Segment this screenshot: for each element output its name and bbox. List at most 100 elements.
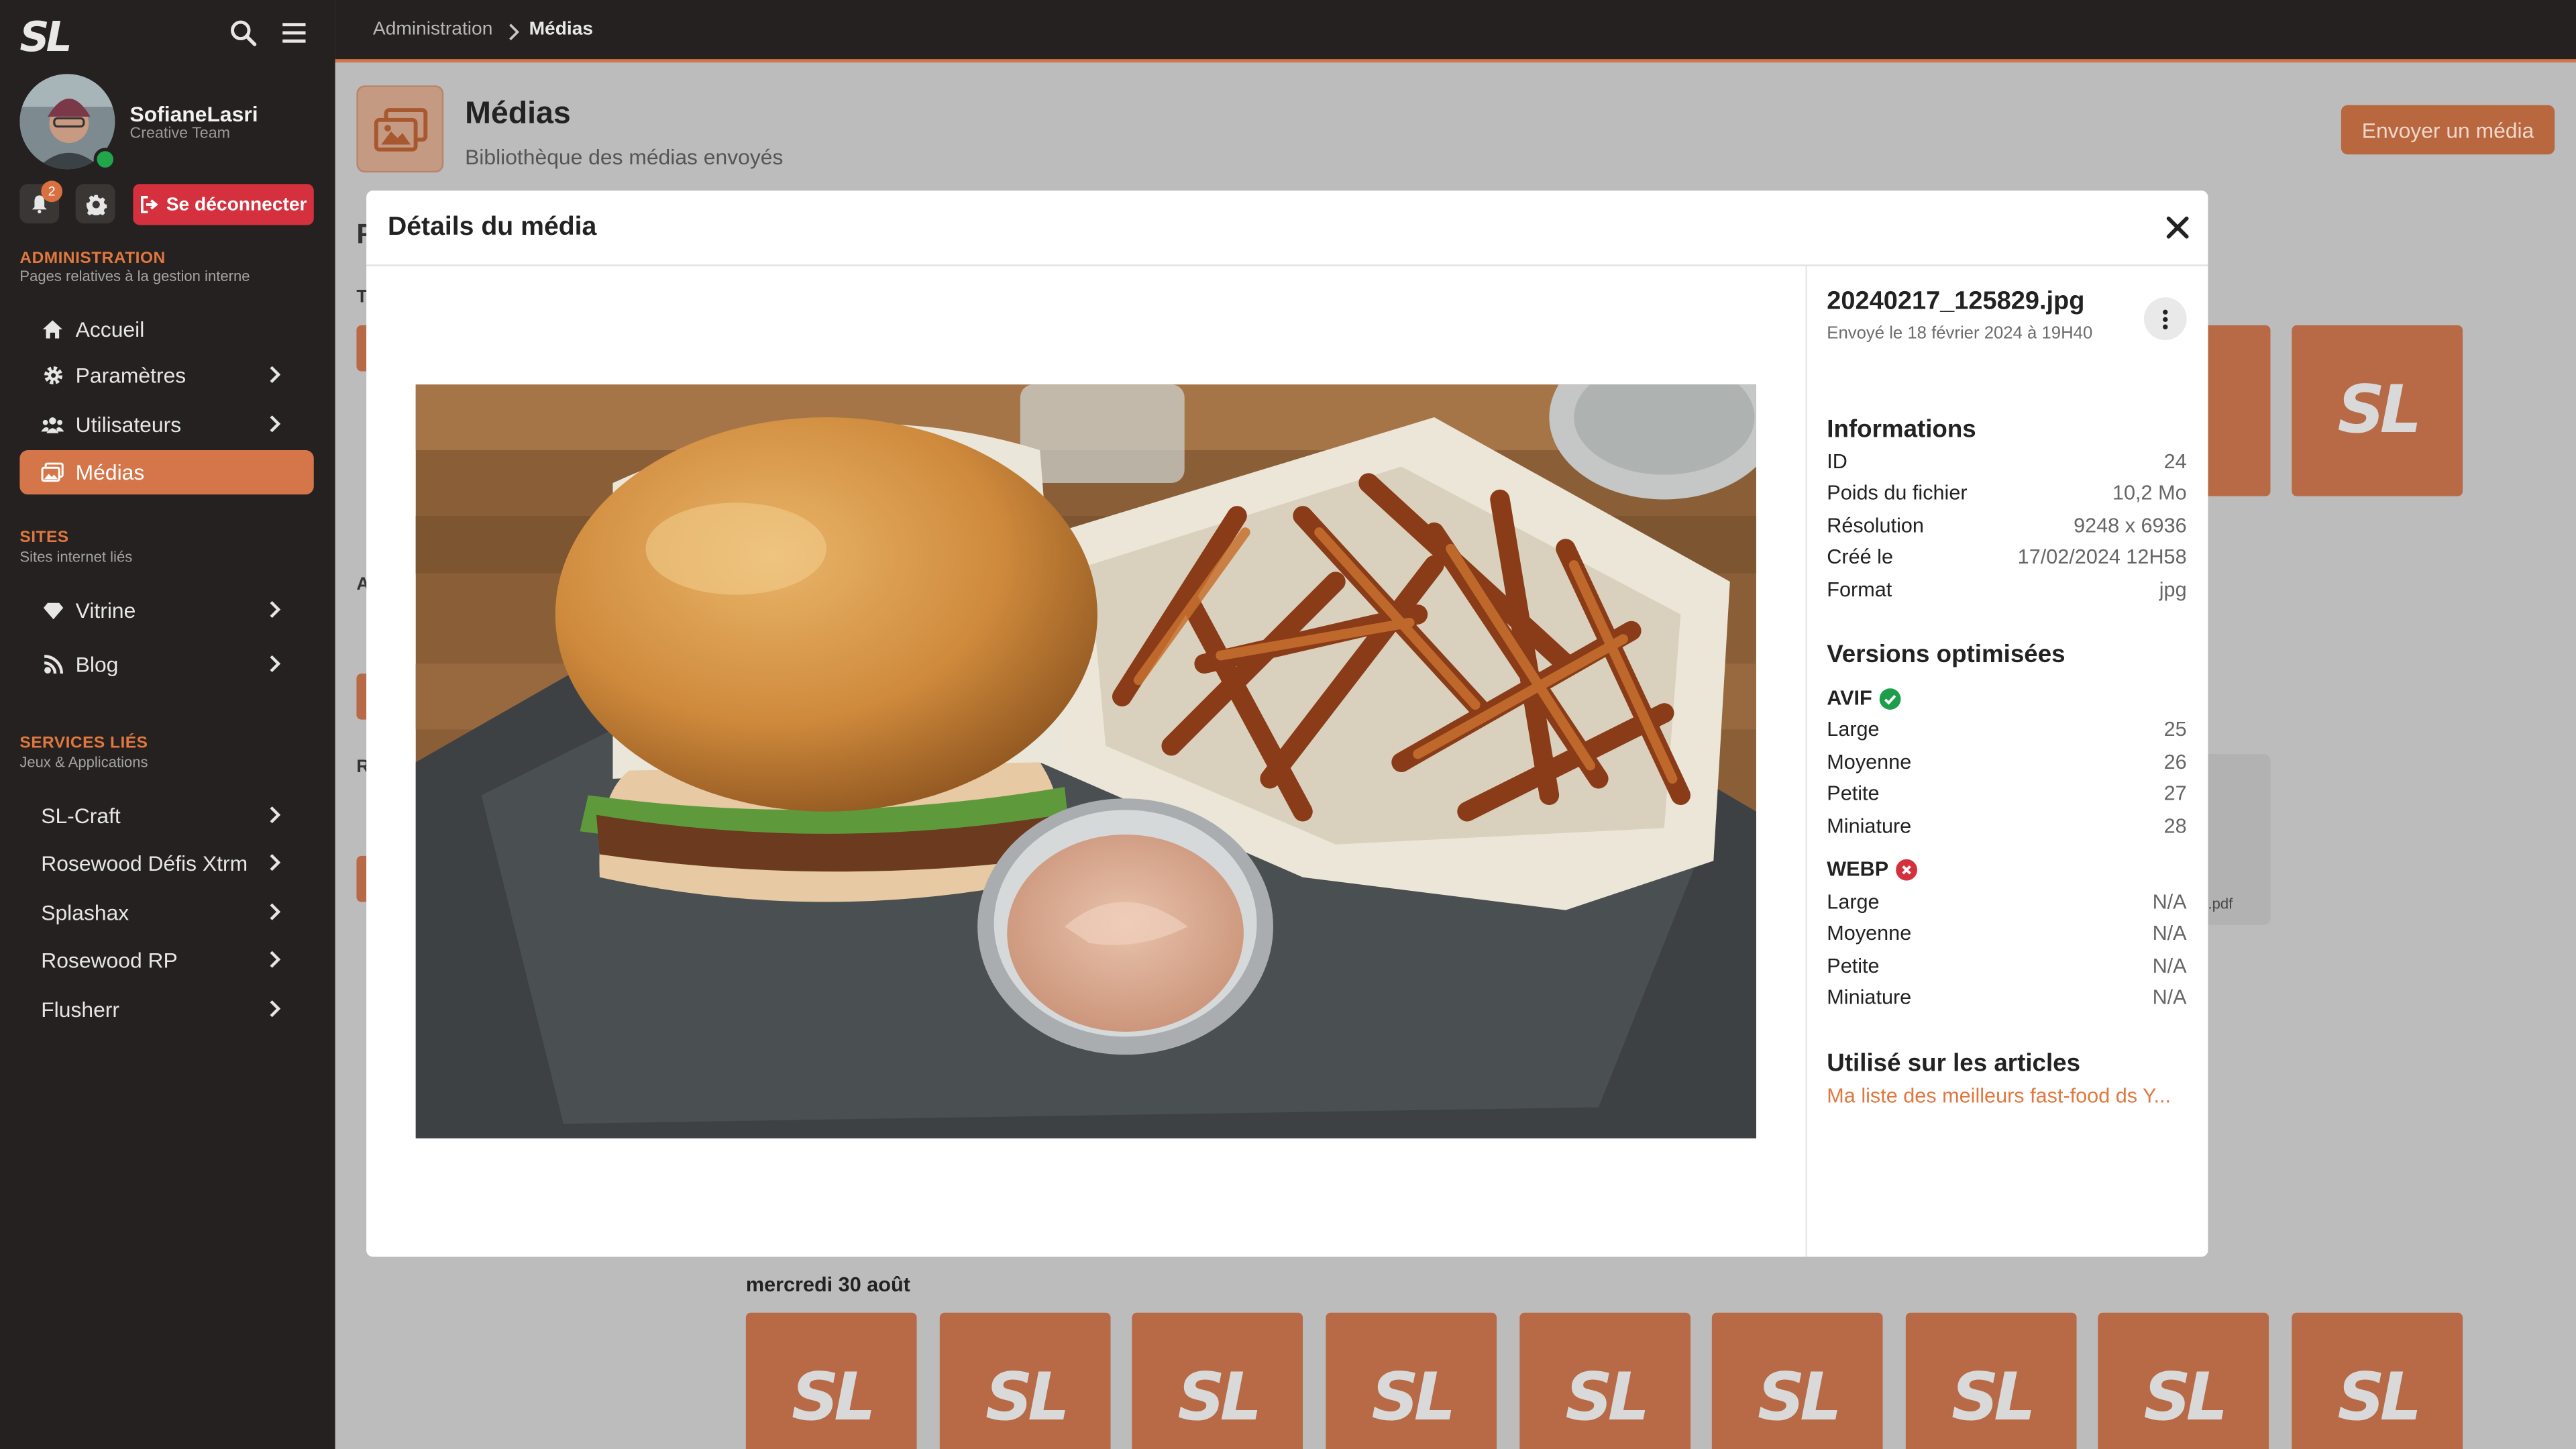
gem-icon xyxy=(41,599,64,622)
close-icon[interactable] xyxy=(2163,213,2192,241)
media-tile[interactable]: SL xyxy=(2098,1312,2269,1449)
version-label: Large xyxy=(1827,890,1880,914)
sidebar-item-rosewood-rp[interactable]: Rosewood RP xyxy=(19,938,313,982)
webp-row-small: Petite N/A xyxy=(1827,955,2186,984)
chevron-right-icon xyxy=(270,655,281,672)
version-value[interactable]: 28 xyxy=(2164,815,2187,845)
sidebar-item-parametres[interactable]: Paramètres xyxy=(19,354,313,398)
filter-button-peek[interactable] xyxy=(356,325,367,372)
version-value[interactable]: 26 xyxy=(2164,751,2187,780)
section-subtitle-administration: Pages relatives à la gestion interne xyxy=(19,268,250,284)
avif-row-medium: Moyenne 26 xyxy=(1827,751,2186,780)
section-subtitle-sites: Sites internet liés xyxy=(19,548,133,566)
format-name: AVIF xyxy=(1827,686,1872,710)
info-row-created: Créé le 17/02/2024 12H58 xyxy=(1827,545,2186,575)
chevron-right-icon xyxy=(270,415,281,433)
brand-logo[interactable]: SL xyxy=(19,13,72,61)
versions-heading: Versions optimisées xyxy=(1827,641,2065,669)
logout-button[interactable]: Se déconnecter xyxy=(133,184,314,225)
breadcrumb-item-medias: Médias xyxy=(529,19,594,40)
chevron-right-icon xyxy=(270,854,281,871)
format-webp: WEBP xyxy=(1827,857,1917,881)
media-tile[interactable]: SL xyxy=(939,1312,1111,1449)
filter-button-peek[interactable] xyxy=(356,674,367,720)
info-value: 9248 x 6936 xyxy=(2074,514,2187,537)
sidebar-item-label: Blog xyxy=(75,652,119,677)
media-preview-image xyxy=(415,384,1756,1139)
error-circle-icon xyxy=(1894,858,1917,880)
gear-icon xyxy=(41,364,64,386)
breadcrumb-item-administration[interactable]: Administration xyxy=(373,19,492,39)
media-tile[interactable]: SL xyxy=(1132,1312,1303,1449)
sidebar-item-label: Accueil xyxy=(75,317,145,342)
info-label: ID xyxy=(1827,450,1847,474)
info-row-size: Poids du fichier 10,2 Mo xyxy=(1827,482,2186,511)
more-options-button[interactable] xyxy=(2143,297,2187,340)
send-media-button[interactable]: Envoyer un média xyxy=(2341,105,2555,155)
info-value: jpg xyxy=(2159,578,2187,602)
menu-icon[interactable] xyxy=(279,18,309,48)
avif-row-large: Large 25 xyxy=(1827,718,2186,747)
used-in-heading: Utilisé sur les articles xyxy=(1827,1049,2081,1078)
version-label: Miniature xyxy=(1827,985,1912,1009)
file-name: 20240217_125829.jpg xyxy=(1827,287,2085,316)
sidebar-item-label: SL-Craft xyxy=(41,803,121,828)
page-subtitle: Bibliothèque des médias envoyés xyxy=(465,144,784,170)
section-subtitle-services: Jeux & Applications xyxy=(19,754,148,771)
search-icon[interactable] xyxy=(228,18,258,48)
check-circle-icon xyxy=(1878,687,1900,709)
article-link[interactable]: Ma liste des meilleurs fast-food ds Y... xyxy=(1827,1084,2186,1107)
images-icon xyxy=(373,107,427,151)
top-bar: Administration Médias xyxy=(335,0,2576,63)
version-value[interactable]: 25 xyxy=(2164,718,2187,747)
logout-label: Se déconnecter xyxy=(166,195,307,215)
sidebar-item-medias[interactable]: Médias xyxy=(19,450,314,495)
chevron-right-icon xyxy=(270,600,281,619)
page-icon xyxy=(356,85,444,173)
sidebar-item-splashax[interactable]: Splashax xyxy=(19,890,313,934)
media-tile-pdf[interactable]: .pdf xyxy=(2208,754,2271,925)
sidebar-item-label: Paramètres xyxy=(75,363,186,388)
images-icon xyxy=(41,461,64,484)
sidebar-item-utilisateurs[interactable]: Utilisateurs xyxy=(19,402,313,447)
info-label: Créé le xyxy=(1827,545,1893,569)
upload-date: Envoyé le 18 février 2024 à 19H40 xyxy=(1827,323,2093,343)
version-label: Large xyxy=(1827,718,1880,741)
media-tile[interactable]: SL xyxy=(2292,1312,2463,1449)
media-tile[interactable]: SL xyxy=(1519,1312,1691,1449)
breadcrumb-separator-icon xyxy=(509,23,520,41)
version-value: N/A xyxy=(2152,985,2187,1009)
info-heading: Informations xyxy=(1827,415,1976,444)
sidebar-item-rosewood-defis[interactable]: Rosewood Défis Xtrm xyxy=(19,841,313,885)
chevron-right-icon xyxy=(270,951,281,968)
filter-button-peek[interactable] xyxy=(356,855,367,902)
sidebar-item-flusherr[interactable]: Flusherr xyxy=(19,987,313,1032)
avif-row-small: Petite 27 xyxy=(1827,782,2186,812)
media-tile[interactable]: SL xyxy=(745,1312,917,1449)
modal-header: Détails du média xyxy=(366,191,2208,266)
version-label: Petite xyxy=(1827,782,1880,806)
media-tile[interactable]: SL xyxy=(1905,1312,2077,1449)
kebab-menu-icon xyxy=(2163,309,2168,329)
settings-button[interactable] xyxy=(75,184,115,224)
user-name[interactable]: SofianeLasri xyxy=(129,102,258,127)
info-label: Résolution xyxy=(1827,514,1924,537)
sidebar-item-accueil[interactable]: Accueil xyxy=(19,307,313,352)
media-tile[interactable]: SL xyxy=(1326,1312,1497,1449)
info-label: Format xyxy=(1827,578,1892,602)
info-row-resolution: Résolution 9248 x 6936 xyxy=(1827,515,2186,544)
media-tile[interactable]: SL xyxy=(2292,325,2463,496)
version-value[interactable]: 27 xyxy=(2164,782,2187,812)
format-avif: AVIF xyxy=(1827,687,1900,710)
version-label: Moyenne xyxy=(1827,751,1912,774)
users-icon xyxy=(41,413,64,436)
notification-badge: 2 xyxy=(41,180,63,203)
sidebar-item-label: Rosewood Défis Xtrm xyxy=(41,851,248,876)
chevron-right-icon xyxy=(270,903,281,920)
media-tile[interactable]: SL xyxy=(1711,1312,1883,1449)
chevron-right-icon xyxy=(270,1000,281,1018)
sidebar-item-vitrine[interactable]: Vitrine xyxy=(19,588,313,633)
sidebar-item-blog[interactable]: Blog xyxy=(19,643,313,687)
media-tile[interactable] xyxy=(2208,325,2271,496)
sidebar-item-sl-craft[interactable]: SL-Craft xyxy=(19,794,313,838)
